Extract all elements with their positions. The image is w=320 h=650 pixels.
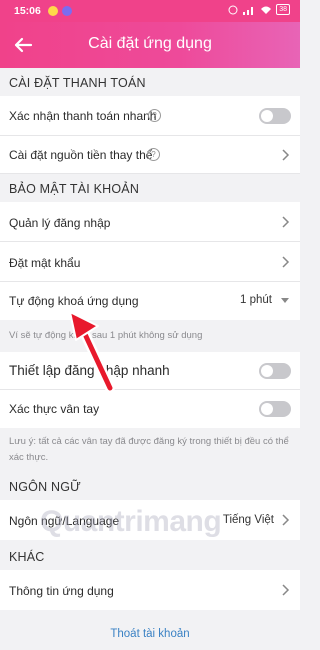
annotation-arrow-icon <box>69 311 115 393</box>
